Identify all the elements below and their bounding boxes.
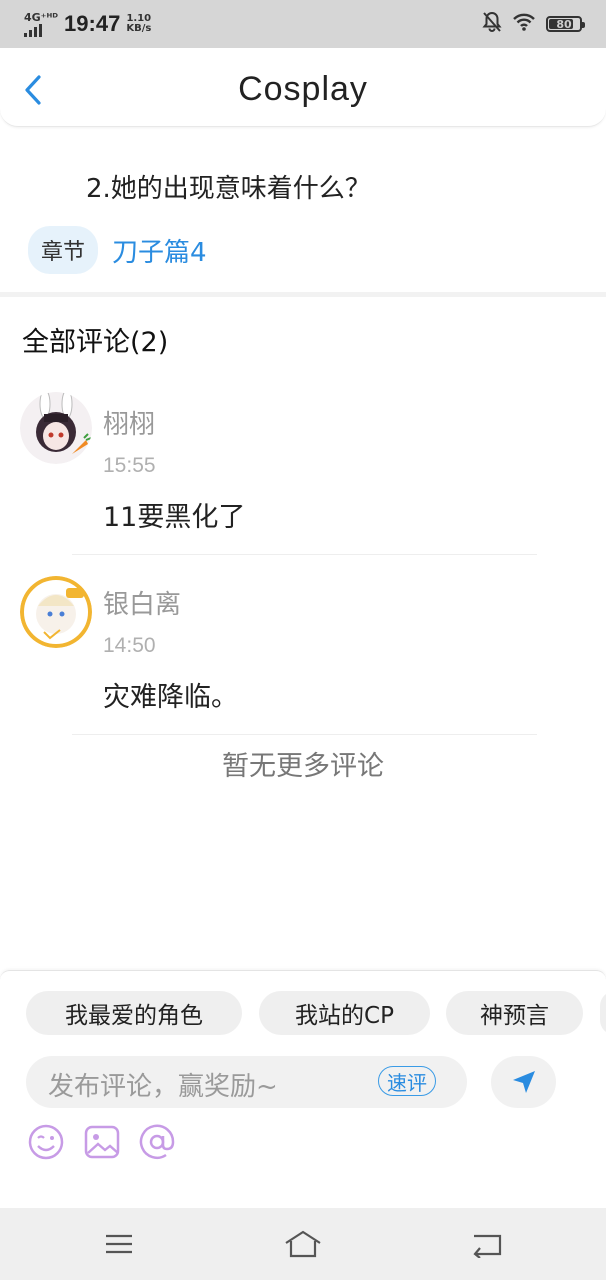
network-type: 4G⁺ᴴᴰ	[24, 10, 59, 24]
home-icon	[285, 1230, 321, 1258]
send-button[interactable]	[491, 1056, 556, 1108]
network-indicator: 4G⁺ᴴᴰ	[24, 12, 58, 37]
image-icon	[84, 1125, 120, 1159]
comment-text: 灾难降临。	[103, 682, 238, 713]
wifi-icon	[512, 13, 536, 35]
chip-overflow[interactable]	[600, 991, 606, 1035]
comment-composer: 我最爱的角色 我站的CP 神预言 发布评论，赢奖励~ 速评	[0, 970, 606, 1209]
chapter-tag: 章节	[28, 226, 99, 274]
comment-text: 11要黑化了	[103, 502, 246, 533]
no-more-comments: 暂无更多评论	[222, 751, 384, 782]
battery-icon: 80	[546, 16, 585, 32]
return-icon	[473, 1234, 502, 1258]
notifications-muted-icon	[482, 11, 502, 37]
post-question: 2.她的出现意味着什么？	[86, 174, 371, 204]
comment-input[interactable]: 发布评论，赢奖励~ 速评	[26, 1056, 467, 1108]
system-nav-bar	[0, 1208, 606, 1280]
chapter-row: 章节 刀子篇4	[28, 226, 207, 274]
chapter-link[interactable]: 刀子篇4	[112, 232, 207, 269]
comments-title: 全部评论(2)	[22, 327, 169, 358]
emoji-button[interactable]	[27, 1123, 65, 1161]
comment-author[interactable]: 银白离	[103, 584, 181, 621]
top-bar: Cosplay	[0, 48, 606, 127]
avatar[interactable]	[20, 576, 92, 648]
menu-icon	[106, 1234, 132, 1254]
send-icon	[512, 1071, 535, 1093]
network-speed: 1.10 KB/s	[126, 13, 152, 34]
mention-button[interactable]	[138, 1123, 176, 1161]
image-button[interactable]	[83, 1123, 121, 1161]
comment-time: 15:55	[103, 454, 156, 477]
status-right: 80	[482, 11, 585, 37]
emoji-icon	[28, 1124, 64, 1160]
at-icon	[139, 1124, 175, 1160]
return-button[interactable]	[467, 1226, 507, 1262]
chip-prophecy[interactable]: 神预言	[446, 991, 583, 1035]
comment-time: 14:50	[103, 634, 156, 657]
chip-my-cp[interactable]: 我站的CP	[259, 991, 430, 1035]
comment-divider	[72, 554, 537, 555]
menu-button[interactable]	[99, 1226, 139, 1262]
clock: 19:47	[64, 11, 121, 36]
comment-divider	[72, 734, 537, 735]
comment-author[interactable]: 栩栩	[103, 404, 155, 441]
page-title: Cosplay	[238, 70, 368, 108]
status-bar: 4G⁺ᴴᴰ 19:47 1.10 KB/s 80	[0, 0, 606, 48]
chip-favorite-character[interactable]: 我最爱的角色	[26, 991, 242, 1035]
battery-level: 80	[556, 17, 572, 31]
comment-input-placeholder: 发布评论，赢奖励~	[48, 1072, 278, 1102]
section-divider	[0, 292, 606, 297]
quick-comment-button[interactable]: 速评	[378, 1066, 436, 1096]
status-left: 4G⁺ᴴᴰ 19:47 1.10 KB/s	[24, 11, 151, 37]
avatar[interactable]	[20, 392, 92, 464]
home-button[interactable]	[283, 1226, 323, 1262]
signal-icon	[24, 23, 58, 37]
